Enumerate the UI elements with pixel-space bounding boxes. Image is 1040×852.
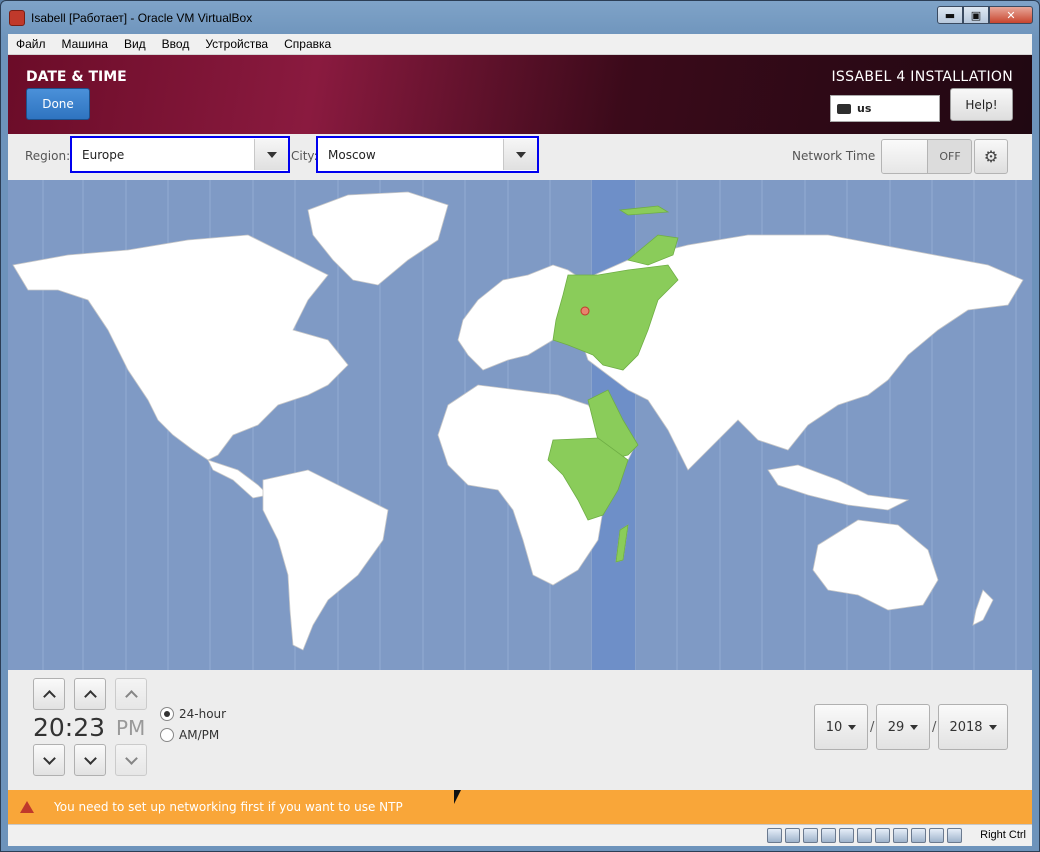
city-combo[interactable]: Moscow	[316, 136, 539, 173]
continents	[12, 191, 1024, 651]
chevron-up-icon	[124, 689, 138, 703]
region-label: Region:	[25, 149, 71, 163]
device-indicators	[767, 828, 962, 843]
format-24-hour-label: 24-hour	[179, 707, 227, 721]
keyboard-capture-icon[interactable]	[947, 828, 962, 843]
video-capture-icon[interactable]	[893, 828, 908, 843]
ampm-down-button[interactable]	[115, 744, 147, 776]
mouse-integration-icon[interactable]	[929, 828, 944, 843]
harddisk-icon[interactable]	[767, 828, 782, 843]
chevron-down-icon	[83, 751, 97, 765]
chevron-up-icon	[42, 689, 56, 703]
timezone-map[interactable]	[8, 180, 1032, 670]
close-button[interactable]: ✕	[989, 6, 1033, 24]
chevron-down-icon	[266, 151, 277, 158]
chevron-down-icon	[848, 724, 857, 730]
network-icon[interactable]	[821, 828, 836, 843]
usb-icon[interactable]	[839, 828, 854, 843]
selected-city-marker[interactable]	[580, 306, 590, 316]
minute-up-button[interactable]	[74, 678, 106, 710]
installation-title: ISSABEL 4 INSTALLATION	[831, 69, 1013, 85]
hour-up-button[interactable]	[33, 678, 65, 710]
chevron-down-icon	[910, 724, 919, 730]
time-display: 20:23	[33, 713, 106, 742]
switch-knob	[882, 140, 928, 173]
menu-file[interactable]: Файл	[8, 37, 54, 51]
network-time-switch[interactable]: OFF	[881, 139, 972, 174]
ntp-settings-button[interactable]: ⚙	[974, 139, 1008, 174]
vbox-statusbar: Right Ctrl	[8, 824, 1032, 846]
done-button[interactable]: Done	[26, 88, 90, 120]
ampm-up-button[interactable]	[115, 678, 147, 710]
radio-selected-icon	[160, 707, 174, 721]
ntp-warning-bar: You need to set up networking first if y…	[8, 790, 1032, 824]
datetime-controls: 20:23 PM 24-hour AM/PM 10 / 29 / 2018	[8, 670, 1032, 790]
gear-icon: ⚙	[983, 147, 999, 166]
ampm-display: PM	[116, 716, 146, 740]
installer-header: DATE & TIME Done ISSABEL 4 INSTALLATION …	[8, 55, 1032, 134]
radio-unselected-icon	[160, 728, 174, 742]
chevron-up-icon	[83, 689, 97, 703]
network-time-label: Network Time	[792, 149, 876, 163]
mouse-pointer-icon	[454, 790, 461, 804]
display-icon[interactable]	[875, 828, 890, 843]
chevron-down-icon	[42, 751, 56, 765]
menu-view[interactable]: Вид	[116, 37, 154, 51]
page-title: DATE & TIME	[26, 69, 127, 85]
help-button[interactable]: Help!	[950, 88, 1013, 121]
world-map	[12, 180, 1024, 670]
month-dropdown[interactable]: 10	[814, 704, 868, 750]
keyboard-layout-indicator[interactable]: us	[830, 95, 940, 122]
vbox-menubar: Файл Машина Вид Ввод Устройства Справка	[8, 34, 1032, 55]
optical-drive-icon[interactable]	[785, 828, 800, 843]
keyboard-layout-label: us	[857, 102, 872, 115]
menu-input[interactable]: Ввод	[154, 37, 198, 51]
switch-state: OFF	[939, 150, 961, 163]
menu-help[interactable]: Справка	[276, 37, 339, 51]
region-value: Europe	[82, 147, 125, 162]
format-24-hour-radio[interactable]: 24-hour	[160, 707, 226, 721]
city-dropdown-button[interactable]	[503, 139, 537, 170]
format-ampm-radio[interactable]: AM/PM	[160, 728, 219, 742]
chevron-down-icon	[988, 724, 997, 730]
guest-screen: DATE & TIME Done ISSABEL 4 INSTALLATION …	[8, 55, 1032, 824]
format-ampm-label: AM/PM	[179, 728, 220, 742]
menu-devices[interactable]: Устройства	[197, 37, 276, 51]
hour-down-button[interactable]	[33, 744, 65, 776]
region-dropdown-button[interactable]	[254, 139, 288, 170]
day-value: 29	[887, 719, 905, 735]
city-value: Moscow	[328, 147, 376, 162]
host-key-label: Right Ctrl	[980, 829, 1026, 841]
warning-text: You need to set up networking first if y…	[54, 800, 403, 814]
region-combo[interactable]: Europe	[70, 136, 290, 173]
month-value: 10	[825, 719, 843, 735]
year-dropdown[interactable]: 2018	[938, 704, 1008, 750]
minute-down-button[interactable]	[74, 744, 106, 776]
keyboard-icon	[837, 103, 851, 114]
date-separator: /	[932, 720, 937, 735]
year-value: 2018	[949, 719, 983, 735]
date-separator: /	[870, 720, 875, 735]
timezone-toolbar: Region: Europe City: Moscow Network Time…	[8, 134, 1032, 180]
window-title: Isabell [Работает] - Oracle VM VirtualBo…	[31, 11, 253, 25]
window-titlebar[interactable]: Isabell [Работает] - Oracle VM VirtualBo…	[1, 1, 1039, 35]
menu-machine[interactable]: Машина	[54, 37, 116, 51]
audio-icon[interactable]	[803, 828, 818, 843]
chevron-down-icon	[124, 751, 138, 765]
shared-folders-icon[interactable]	[857, 828, 872, 843]
minimize-button[interactable]: ▬	[937, 6, 963, 24]
day-dropdown[interactable]: 29	[876, 704, 930, 750]
maximize-button[interactable]: ▣	[963, 6, 989, 24]
warning-icon	[20, 801, 34, 813]
virtualbox-app-icon	[9, 10, 25, 26]
city-label: City:	[291, 149, 318, 163]
virtualization-icon[interactable]	[911, 828, 926, 843]
chevron-down-icon	[515, 151, 526, 158]
